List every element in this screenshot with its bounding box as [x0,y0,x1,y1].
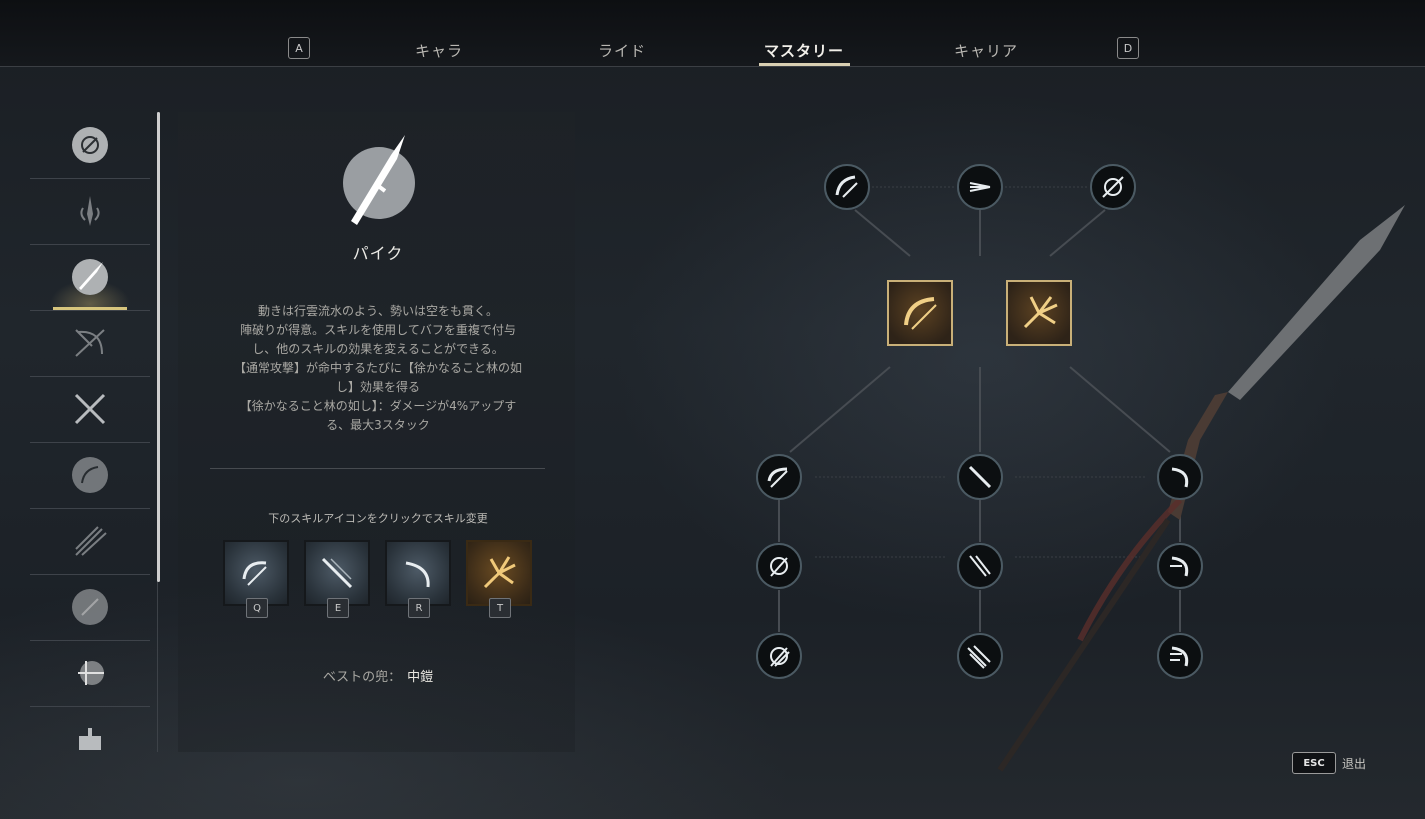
thrust-icon [321,557,353,589]
flame-blade-icon [72,193,108,229]
tree-node-top-3[interactable] [1090,164,1136,210]
triple-thrust-2-icon [967,645,991,669]
tree-node-col2-row3[interactable] [957,633,1003,679]
thrust-icon [968,465,992,489]
weapon-item-dual-swords[interactable] [30,376,150,443]
description-line: 陣破りが得意。スキルを使用してバフを重複で付与 [240,323,516,337]
best-armor: ベストの兜： 中鎧 [323,666,433,685]
lantern-icon [72,721,108,757]
pike-emblem-icon [343,135,415,225]
weapon-item-sword[interactable] [30,574,150,641]
tree-node-top-1[interactable] [824,164,870,210]
dual-swords-icon [72,391,108,427]
weapon-item-flame-blade[interactable] [30,178,150,245]
crescent-3-icon [1170,646,1189,667]
top-bar: A キャラ ライド マスタリー キャリア D [0,0,1425,67]
triple-thrust-icon [969,182,991,192]
tree-node-col3-row3[interactable] [1157,633,1203,679]
description-line: 動きは行雲流水のよう、勢いは空をも貫く。 [257,304,498,318]
crescent-2-icon [1170,556,1189,577]
dart-icon [72,655,108,691]
weapon-description: 動きは行雲流水のよう、勢いは空をも貫く。 陣破りが得意。スキルを使用してバフを重… [210,302,546,435]
description-line: し、他のスキルの効果を変えることができる。 [252,342,504,356]
tree-node-col3-row2[interactable] [1157,543,1203,589]
spin-slash-icon [242,561,267,586]
double-thrust-icon [969,555,991,577]
weapon-item-lantern[interactable] [30,706,150,772]
section-divider [210,468,545,469]
gold-burst-icon [1023,296,1058,329]
tree-node-col3-row1[interactable] [1157,454,1203,500]
tree-node-col1-row1[interactable] [756,454,802,500]
burst-icon [483,556,516,589]
tree-node-gold-2[interactable] [1006,280,1072,346]
skill-slot-r[interactable] [385,540,451,606]
shield-icon [72,127,108,163]
sword-icon [72,589,108,625]
tree-node-gold-1[interactable] [887,280,953,346]
bow-icon [72,325,108,361]
skill-slot-q[interactable] [223,540,289,606]
slash-icon [835,175,858,198]
skill-key-r: R [408,598,430,618]
weapon-item-pike[interactable] [30,244,150,311]
tree-node-col2-row2[interactable] [957,543,1003,589]
description-line: 【通常攻撃】が命中するたびに【徐かなること林の如 [233,361,522,375]
prev-tab-key[interactable]: A [288,37,310,59]
skill-change-hint: 下のスキルアイコンをクリックでスキル変更 [268,512,488,525]
spears-icon [72,523,108,559]
skill-slot-t[interactable] [466,540,532,606]
best-armor-label: ベストの兜： [322,670,402,685]
pike-icon [72,259,108,295]
whirl-icon [1102,176,1124,198]
tree-node-col1-row2[interactable] [756,543,802,589]
esc-key[interactable]: ESC [1292,752,1336,774]
weapon-item-bow[interactable] [30,310,150,377]
weapon-item-spears[interactable] [30,508,150,575]
tab-mastery[interactable]: マスタリー [764,40,844,61]
active-tab-underline [759,63,850,66]
description-line: る、最大3スタック [326,418,430,432]
skill-key-q: Q [246,598,268,618]
skill-key-e: E [327,598,349,618]
tree-node-col2-row1[interactable] [957,454,1003,500]
weapon-name: パイク [352,244,404,263]
tab-career[interactable]: キャリア [954,40,1018,61]
tab-ride[interactable]: ライド [598,40,646,61]
skill-key-t: T [489,598,511,618]
spin-slash-icon [767,467,788,488]
description-line: 【徐かなること林の如し】：ダメージが4%アップす [239,399,517,413]
next-tab-key[interactable]: D [1117,37,1139,59]
weapon-item-dart[interactable] [30,640,150,707]
gold-slash-icon [904,297,937,330]
skill-slot-e[interactable] [304,540,370,606]
crescent-icon [405,561,430,588]
spin-slash-3-icon [770,647,790,667]
tab-character[interactable]: キャラ [415,40,463,61]
crescent-icon [1171,467,1189,488]
weapon-list-scrollbar[interactable] [157,112,160,582]
spin-slash-2-icon [770,557,788,577]
exit-label[interactable]: 退出 [1342,755,1366,772]
best-armor-value: 中鎧 [407,670,434,685]
tree-node-top-2[interactable] [957,164,1003,210]
weapon-item-fan[interactable] [30,442,150,509]
weapon-list [30,112,150,752]
description-line: し】効果を得る [335,380,420,394]
weapon-item-shield[interactable] [30,112,150,179]
fan-icon [72,457,108,493]
tree-node-col1-row3[interactable] [756,633,802,679]
